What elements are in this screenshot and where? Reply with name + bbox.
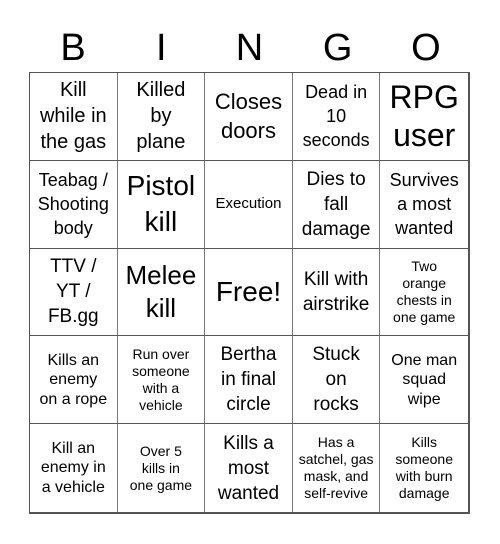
bingo-cell[interactable]: Survives a most wanted bbox=[380, 161, 468, 249]
bingo-cell[interactable]: Closes doors bbox=[205, 73, 293, 161]
bingo-cell[interactable]: Has a satchel, gas mask, and self-revive bbox=[293, 424, 381, 512]
bingo-cell-text: Free! bbox=[215, 275, 282, 307]
bingo-cell-text: Stuck on rocks bbox=[312, 344, 360, 416]
bingo-cell-text: Bertha in final circle bbox=[220, 344, 277, 416]
bingo-cell-text: Execution bbox=[215, 194, 282, 212]
bingo-cell[interactable]: Kills a most wanted bbox=[205, 424, 293, 512]
bingo-cell-text: Survives a most wanted bbox=[389, 170, 459, 239]
bingo-cell-text: RPG user bbox=[389, 79, 459, 154]
bingo-cell[interactable]: Over 5 kills in one game bbox=[118, 424, 206, 512]
bingo-cell[interactable]: Kill while in the gas bbox=[30, 73, 118, 161]
bingo-cell-text: Closes doors bbox=[214, 89, 283, 144]
bingo-cell-text: Kills a most wanted bbox=[217, 432, 280, 504]
bingo-cell[interactable]: Stuck on rocks bbox=[292, 336, 381, 425]
bingo-cell[interactable]: One man squad wipe bbox=[380, 336, 468, 425]
bingo-cell[interactable]: Two orange chests in one game bbox=[380, 249, 468, 337]
bingo-cell[interactable]: Execution bbox=[205, 160, 293, 249]
bingo-cell-text: Two orange chests in one game bbox=[393, 257, 456, 325]
bingo-cell[interactable]: Kill with airstrike bbox=[292, 248, 381, 337]
header-letter-n: N bbox=[235, 27, 264, 69]
bingo-cell-text: Kills an enemy on a rope bbox=[39, 351, 108, 408]
bingo-cell-text: One man squad wipe bbox=[391, 351, 458, 408]
bingo-cell-text: Killed by plane bbox=[136, 79, 186, 154]
bingo-cell-text: Teabag / Shooting body bbox=[37, 170, 109, 239]
bingo-cell-text: Dead in 10 seconds bbox=[302, 82, 370, 151]
bingo-cell[interactable]: Pistol kill bbox=[117, 160, 206, 249]
bingo-cell[interactable]: Kills an enemy on a rope bbox=[30, 336, 118, 425]
bingo-cell[interactable]: Melee kill bbox=[117, 248, 206, 337]
bingo-cell-text: Over 5 kills in one game bbox=[129, 442, 193, 493]
bingo-cell-text: Run over someone with a vehicle bbox=[132, 345, 190, 413]
header-letter-o: O bbox=[411, 27, 441, 69]
bingo-cell[interactable]: Dead in 10 seconds bbox=[292, 73, 381, 161]
header-letter-g: G bbox=[322, 27, 353, 69]
bingo-cell-text: Has a satchel, gas mask, and self-revive bbox=[298, 434, 374, 502]
bingo-cell-text: Pistol kill bbox=[126, 170, 196, 238]
bingo-header: B I N G O bbox=[29, 26, 470, 70]
bingo-cell[interactable]: Dies to fall damage bbox=[292, 160, 381, 249]
bingo-board: Kill while in the gas Killed by plane Clos… bbox=[29, 72, 470, 514]
free-space-cell[interactable]: Free! bbox=[205, 248, 293, 337]
bingo-cell[interactable]: Killed by plane bbox=[117, 73, 206, 161]
bingo-cell-text: Kill with airstrike bbox=[302, 268, 370, 315]
bingo-cell[interactable]: RPG user bbox=[380, 73, 468, 161]
bingo-cell[interactable]: Bertha in final circle bbox=[205, 336, 293, 425]
header-letter-b: B bbox=[60, 27, 86, 69]
bingo-cell[interactable]: TTV / YT / FB.gg bbox=[30, 248, 118, 337]
bingo-cell[interactable]: Run over someone with a vehicle bbox=[117, 336, 206, 425]
bingo-cell[interactable]: Kills someone with burn damage bbox=[380, 424, 468, 512]
bingo-cell-text: Kill while in the gas bbox=[39, 79, 107, 154]
bingo-cell-text: Melee kill bbox=[125, 259, 197, 323]
bingo-cell-text: Kill an enemy in a vehicle bbox=[40, 439, 106, 496]
bingo-cell-text: TTV / YT / FB.gg bbox=[47, 256, 99, 328]
bingo-cell-text: Kills someone with burn damage bbox=[395, 434, 453, 502]
header-letter-i: I bbox=[156, 27, 167, 69]
bingo-cell-text: Dies to fall damage bbox=[301, 168, 371, 240]
bingo-cell[interactable]: Teabag / Shooting body bbox=[30, 160, 118, 249]
bingo-cell[interactable]: Kill an enemy in a vehicle bbox=[30, 424, 118, 512]
